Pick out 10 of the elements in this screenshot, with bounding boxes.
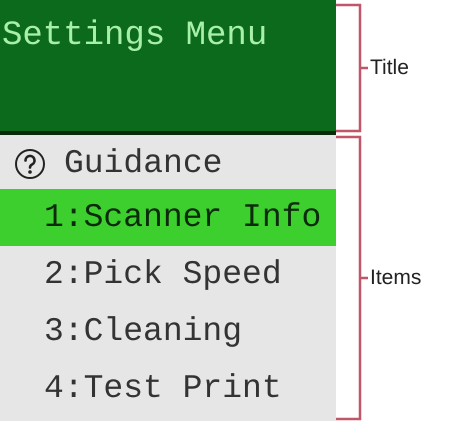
help-icon (14, 148, 46, 180)
menu-item[interactable]: 4:Test Print (0, 360, 336, 417)
annotation-label: Items (369, 265, 422, 292)
annotation-label: Title (369, 55, 409, 82)
menu-item[interactable]: 1:Scanner Info (0, 189, 336, 246)
screen-title: Settings Menu (1, 16, 268, 56)
menu-item[interactable]: Guidance (0, 139, 336, 189)
menu-item[interactable]: 3:Cleaning (0, 303, 336, 360)
menu-item[interactable]: 2:Pick Speed (0, 246, 336, 303)
menu-item-label: Guidance (64, 144, 222, 184)
